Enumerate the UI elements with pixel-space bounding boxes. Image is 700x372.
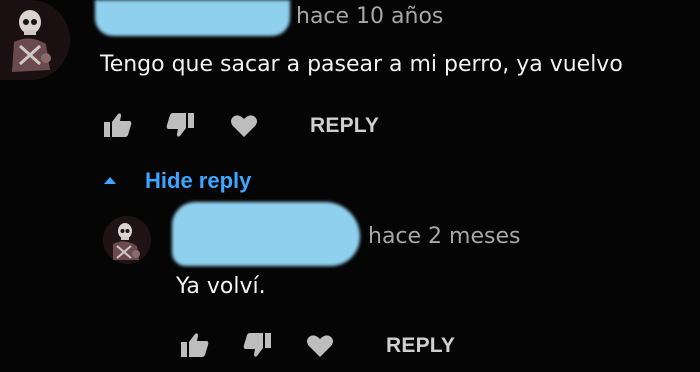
hide-reply-label: Hide reply — [145, 168, 252, 193]
avatar[interactable] — [103, 216, 151, 264]
hide-reply-toggle[interactable]: Hide reply — [100, 166, 280, 198]
comment-timestamp[interactable]: hace 10 años — [296, 4, 443, 29]
author-name-redacted[interactable] — [172, 202, 360, 266]
reply-comment: hace 2 meses Ya volví. REPLY — [0, 196, 700, 372]
skull-avatar-icon — [103, 216, 151, 264]
heart-icon[interactable] — [230, 114, 258, 138]
skull-avatar-icon — [0, 0, 70, 80]
comment-text: Tengo que sacar a pasear a mi perro, ya … — [100, 52, 623, 77]
reply-button[interactable]: REPLY — [386, 334, 455, 358]
thumbs-down-icon[interactable] — [242, 332, 272, 358]
reply-button[interactable]: REPLY — [310, 114, 379, 138]
comment-text: Ya volví. — [176, 274, 266, 299]
thumbs-up-icon[interactable] — [180, 332, 210, 358]
comment: hace 10 años Tengo que sacar a pasear a … — [0, 0, 700, 170]
avatar[interactable] — [0, 0, 70, 80]
thumbs-down-icon[interactable] — [165, 112, 195, 138]
author-name-redacted[interactable] — [95, 0, 290, 36]
thumbs-up-icon[interactable] — [103, 112, 133, 138]
heart-icon[interactable] — [306, 334, 334, 358]
caret-up-icon — [104, 176, 116, 184]
comment-timestamp[interactable]: hace 2 meses — [368, 224, 520, 249]
